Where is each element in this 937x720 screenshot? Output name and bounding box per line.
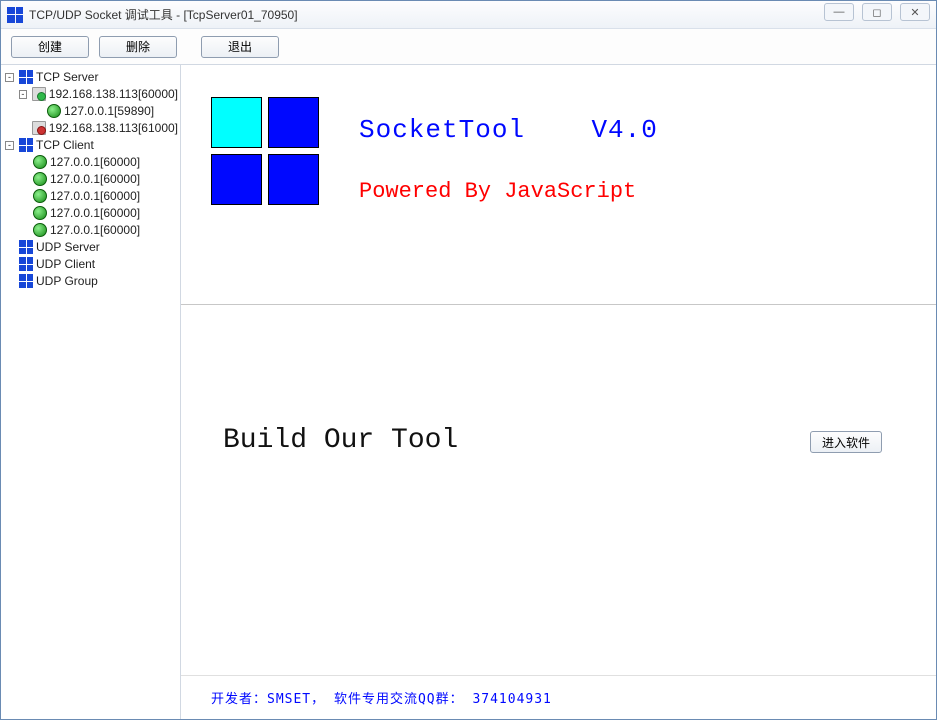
tree-node-client[interactable]: 127.0.0.1[60000]: [19, 154, 178, 171]
brand-powered: Powered By JavaScript: [359, 179, 658, 204]
tree-label: TCP Server: [36, 69, 98, 85]
tree-label: UDP Client: [36, 256, 95, 272]
tree-label: 192.168.138.113[61000]: [49, 120, 178, 136]
server-icon: [32, 121, 46, 135]
tree-node-udp-server[interactable]: UDP Server: [5, 239, 178, 256]
titlebar[interactable]: TCP/UDP Socket 调试工具 - [TcpServer01_70950…: [1, 1, 936, 29]
tree-label: UDP Group: [36, 273, 98, 289]
connection-icon: [33, 223, 47, 237]
connection-icon: [47, 104, 61, 118]
delete-button[interactable]: 删除: [99, 36, 177, 58]
tree-node-client[interactable]: 127.0.0.1[60000]: [19, 222, 178, 239]
collapse-icon[interactable]: -: [19, 90, 27, 99]
brand-pane: SocketTool V4.0 Powered By JavaScript: [181, 65, 936, 305]
brand-name: SocketTool: [359, 115, 525, 145]
tree-node-connection[interactable]: 127.0.0.1[59890]: [33, 103, 178, 120]
connection-icon: [33, 206, 47, 220]
brand-text: SocketTool V4.0 Powered By JavaScript: [359, 93, 658, 204]
tree-label: 127.0.0.1[60000]: [50, 171, 140, 187]
logo-icon: [211, 97, 319, 205]
minimize-button[interactable]: —: [824, 3, 854, 21]
connection-icon: [33, 172, 47, 186]
tree-label: 127.0.0.1[60000]: [50, 222, 140, 238]
tree-label: TCP Client: [36, 137, 94, 153]
footer-text: 开发者：SMSET， 软件专用交流QQ群： 374104931: [181, 675, 936, 719]
window-title: TCP/UDP Socket 调试工具 - [TcpServer01_70950…: [29, 6, 298, 23]
close-button[interactable]: ✕: [900, 3, 930, 21]
tree-label: 127.0.0.1[60000]: [50, 154, 140, 170]
tree-node-tcp-client[interactable]: - TCP Client: [5, 137, 178, 154]
grid-icon: [19, 70, 33, 84]
exit-button[interactable]: 退出: [201, 36, 279, 58]
tree-label: 127.0.0.1[60000]: [50, 188, 140, 204]
toolbar: 创建 删除 退出: [1, 29, 936, 65]
connection-icon: [33, 155, 47, 169]
app-icon: [7, 7, 23, 23]
mid-pane: Build Our Tool 进入软件: [181, 305, 936, 675]
tree-label: UDP Server: [36, 239, 100, 255]
tree-node-tcp-server[interactable]: - TCP Server: [5, 69, 178, 86]
grid-icon: [19, 274, 33, 288]
window-controls: — ◻ ✕: [824, 3, 930, 21]
enter-button[interactable]: 进入软件: [810, 431, 882, 453]
tree-node-udp-client[interactable]: UDP Client: [5, 256, 178, 273]
grid-icon: [19, 240, 33, 254]
tree-node-udp-group[interactable]: UDP Group: [5, 273, 178, 290]
tree-node-client[interactable]: 127.0.0.1[60000]: [19, 171, 178, 188]
grid-icon: [19, 138, 33, 152]
tree-node-client[interactable]: 127.0.0.1[60000]: [19, 205, 178, 222]
grid-icon: [19, 257, 33, 271]
maximize-button[interactable]: ◻: [862, 3, 892, 21]
brand-version: V4.0: [591, 115, 657, 145]
tree-label: 127.0.0.1[59890]: [64, 103, 154, 119]
server-icon: [32, 87, 46, 101]
connection-icon: [33, 189, 47, 203]
collapse-icon[interactable]: -: [5, 141, 14, 150]
collapse-icon[interactable]: -: [5, 73, 14, 82]
tree-node-server-instance[interactable]: - 192.168.138.113[60000]: [19, 86, 178, 103]
app-window: TCP/UDP Socket 调试工具 - [TcpServer01_70950…: [0, 0, 937, 720]
sidebar-tree[interactable]: - TCP Server - 192.168.138.113[60000]: [1, 65, 181, 719]
slogan-text: Build Our Tool: [223, 425, 458, 456]
body: - TCP Server - 192.168.138.113[60000]: [1, 65, 936, 719]
tree-node-server-instance[interactable]: 192.168.138.113[61000]: [19, 120, 178, 137]
create-button[interactable]: 创建: [11, 36, 89, 58]
content-pane: SocketTool V4.0 Powered By JavaScript Bu…: [181, 65, 936, 719]
tree-label: 127.0.0.1[60000]: [50, 205, 140, 221]
tree-label: 192.168.138.113[60000]: [49, 86, 178, 102]
tree-node-client[interactable]: 127.0.0.1[60000]: [19, 188, 178, 205]
